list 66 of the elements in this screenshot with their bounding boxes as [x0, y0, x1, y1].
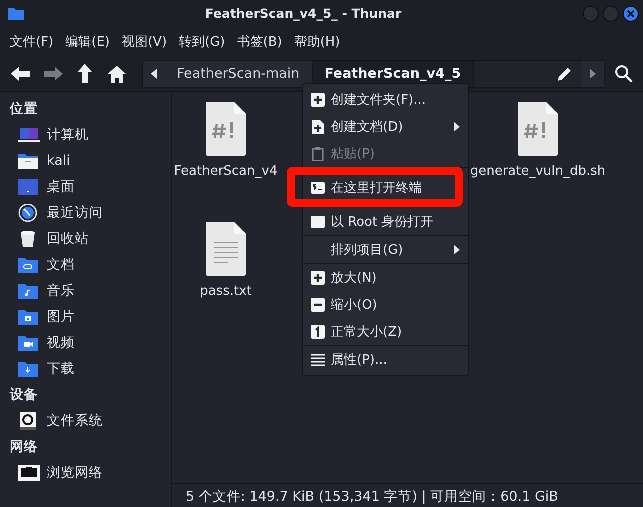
minus-icon: [311, 298, 325, 312]
left-arrow-icon: [11, 66, 31, 82]
folder-icon: [18, 256, 40, 274]
menu-item[interactable]: 视图(V): [116, 30, 174, 54]
window-title: FeatherScan_v4_5_ - Thunar: [204, 6, 403, 21]
section-heading: 网络: [9, 438, 39, 457]
file-name[interactable]: pass.txt: [172, 282, 280, 303]
laptop-icon: [18, 126, 40, 144]
network-icon: [18, 464, 40, 482]
menu-item[interactable]: 创建文档(D): [303, 113, 468, 140]
menu-item[interactable]: 属性(P)...: [303, 346, 468, 373]
one-icon: [311, 324, 325, 338]
menu-item[interactable]: 放大(N): [303, 264, 468, 291]
sidebar-item[interactable]: 图片: [0, 304, 171, 330]
document-icon: [311, 214, 325, 228]
close-icon: [627, 10, 635, 18]
menu-item[interactable]: 正常大小(Z): [303, 318, 468, 346]
menu-item[interactable]: 缩小(O): [303, 291, 468, 318]
sidebar-item[interactable]: 文件系统: [0, 408, 171, 434]
submenu-arrow-icon: [454, 122, 460, 132]
sidebar-item[interactable]: 桌面: [0, 174, 171, 200]
sidebar-item[interactable]: 计算机: [0, 122, 171, 148]
menu-item[interactable]: 转到(G): [173, 30, 232, 54]
sidebar-item[interactable]: 文档: [0, 252, 171, 278]
music-folder-icon: [18, 282, 40, 300]
picture-folder-icon: [18, 308, 40, 326]
menu-item[interactable]: 文件(F): [4, 30, 60, 54]
folder-icon: [8, 7, 24, 20]
menu-item[interactable]: 编辑(E): [60, 30, 116, 54]
submenu-arrow-icon: [454, 244, 460, 254]
terminal-icon: [311, 181, 325, 195]
menu-item[interactable]: 排列项目(G): [303, 236, 468, 264]
text-file-icon: [206, 222, 246, 276]
download-folder-icon: [18, 360, 40, 378]
video-folder-icon: [18, 334, 40, 352]
menu-item[interactable]: 书签(B): [231, 30, 288, 54]
desktop-icon: [18, 178, 40, 196]
close-button[interactable]: [623, 6, 639, 22]
right-arrow-icon: [43, 66, 63, 82]
home-icon: [108, 66, 126, 82]
home-folder-icon: [18, 152, 40, 170]
script-file-icon: [518, 102, 558, 156]
sidebar-item[interactable]: kali: [0, 148, 171, 174]
search-icon: [615, 65, 633, 83]
sidebar-item[interactable]: 最近访问: [0, 200, 171, 226]
sidebar-item[interactable]: 浏览网络: [0, 460, 171, 486]
up-arrow-icon: [77, 64, 93, 84]
menu-item[interactable]: 创建文件夹(F)...: [303, 86, 468, 113]
status-text: 5 个文件: 149.7 KiB (153,341 字节) | 可用空间：60.1 GiB: [172, 483, 643, 507]
menu-item[interactable]: 在这里打开终端: [303, 168, 468, 208]
section-heading: 位置: [8, 100, 39, 119]
sidebar-item[interactable]: 下载: [0, 356, 171, 382]
properties-icon: [311, 352, 325, 366]
sidebar-item[interactable]: 音乐: [0, 278, 171, 304]
sidebar-item[interactable]: 视频: [0, 330, 171, 356]
plus-icon: [311, 270, 325, 284]
clock-icon: [18, 204, 40, 222]
plus-icon: [311, 92, 325, 106]
section-heading: 设备: [8, 386, 39, 405]
new-document-icon: [311, 120, 325, 134]
clipboard-icon: [311, 146, 325, 160]
sidebar-item[interactable]: 回收站: [0, 226, 171, 252]
menu-item[interactable]: 帮助(H): [288, 30, 346, 54]
menu-item[interactable]: 以 Root 身份打开: [303, 208, 468, 236]
file-name[interactable]: FeatherScan_v4: [172, 162, 280, 183]
script-file-icon: [206, 102, 246, 156]
